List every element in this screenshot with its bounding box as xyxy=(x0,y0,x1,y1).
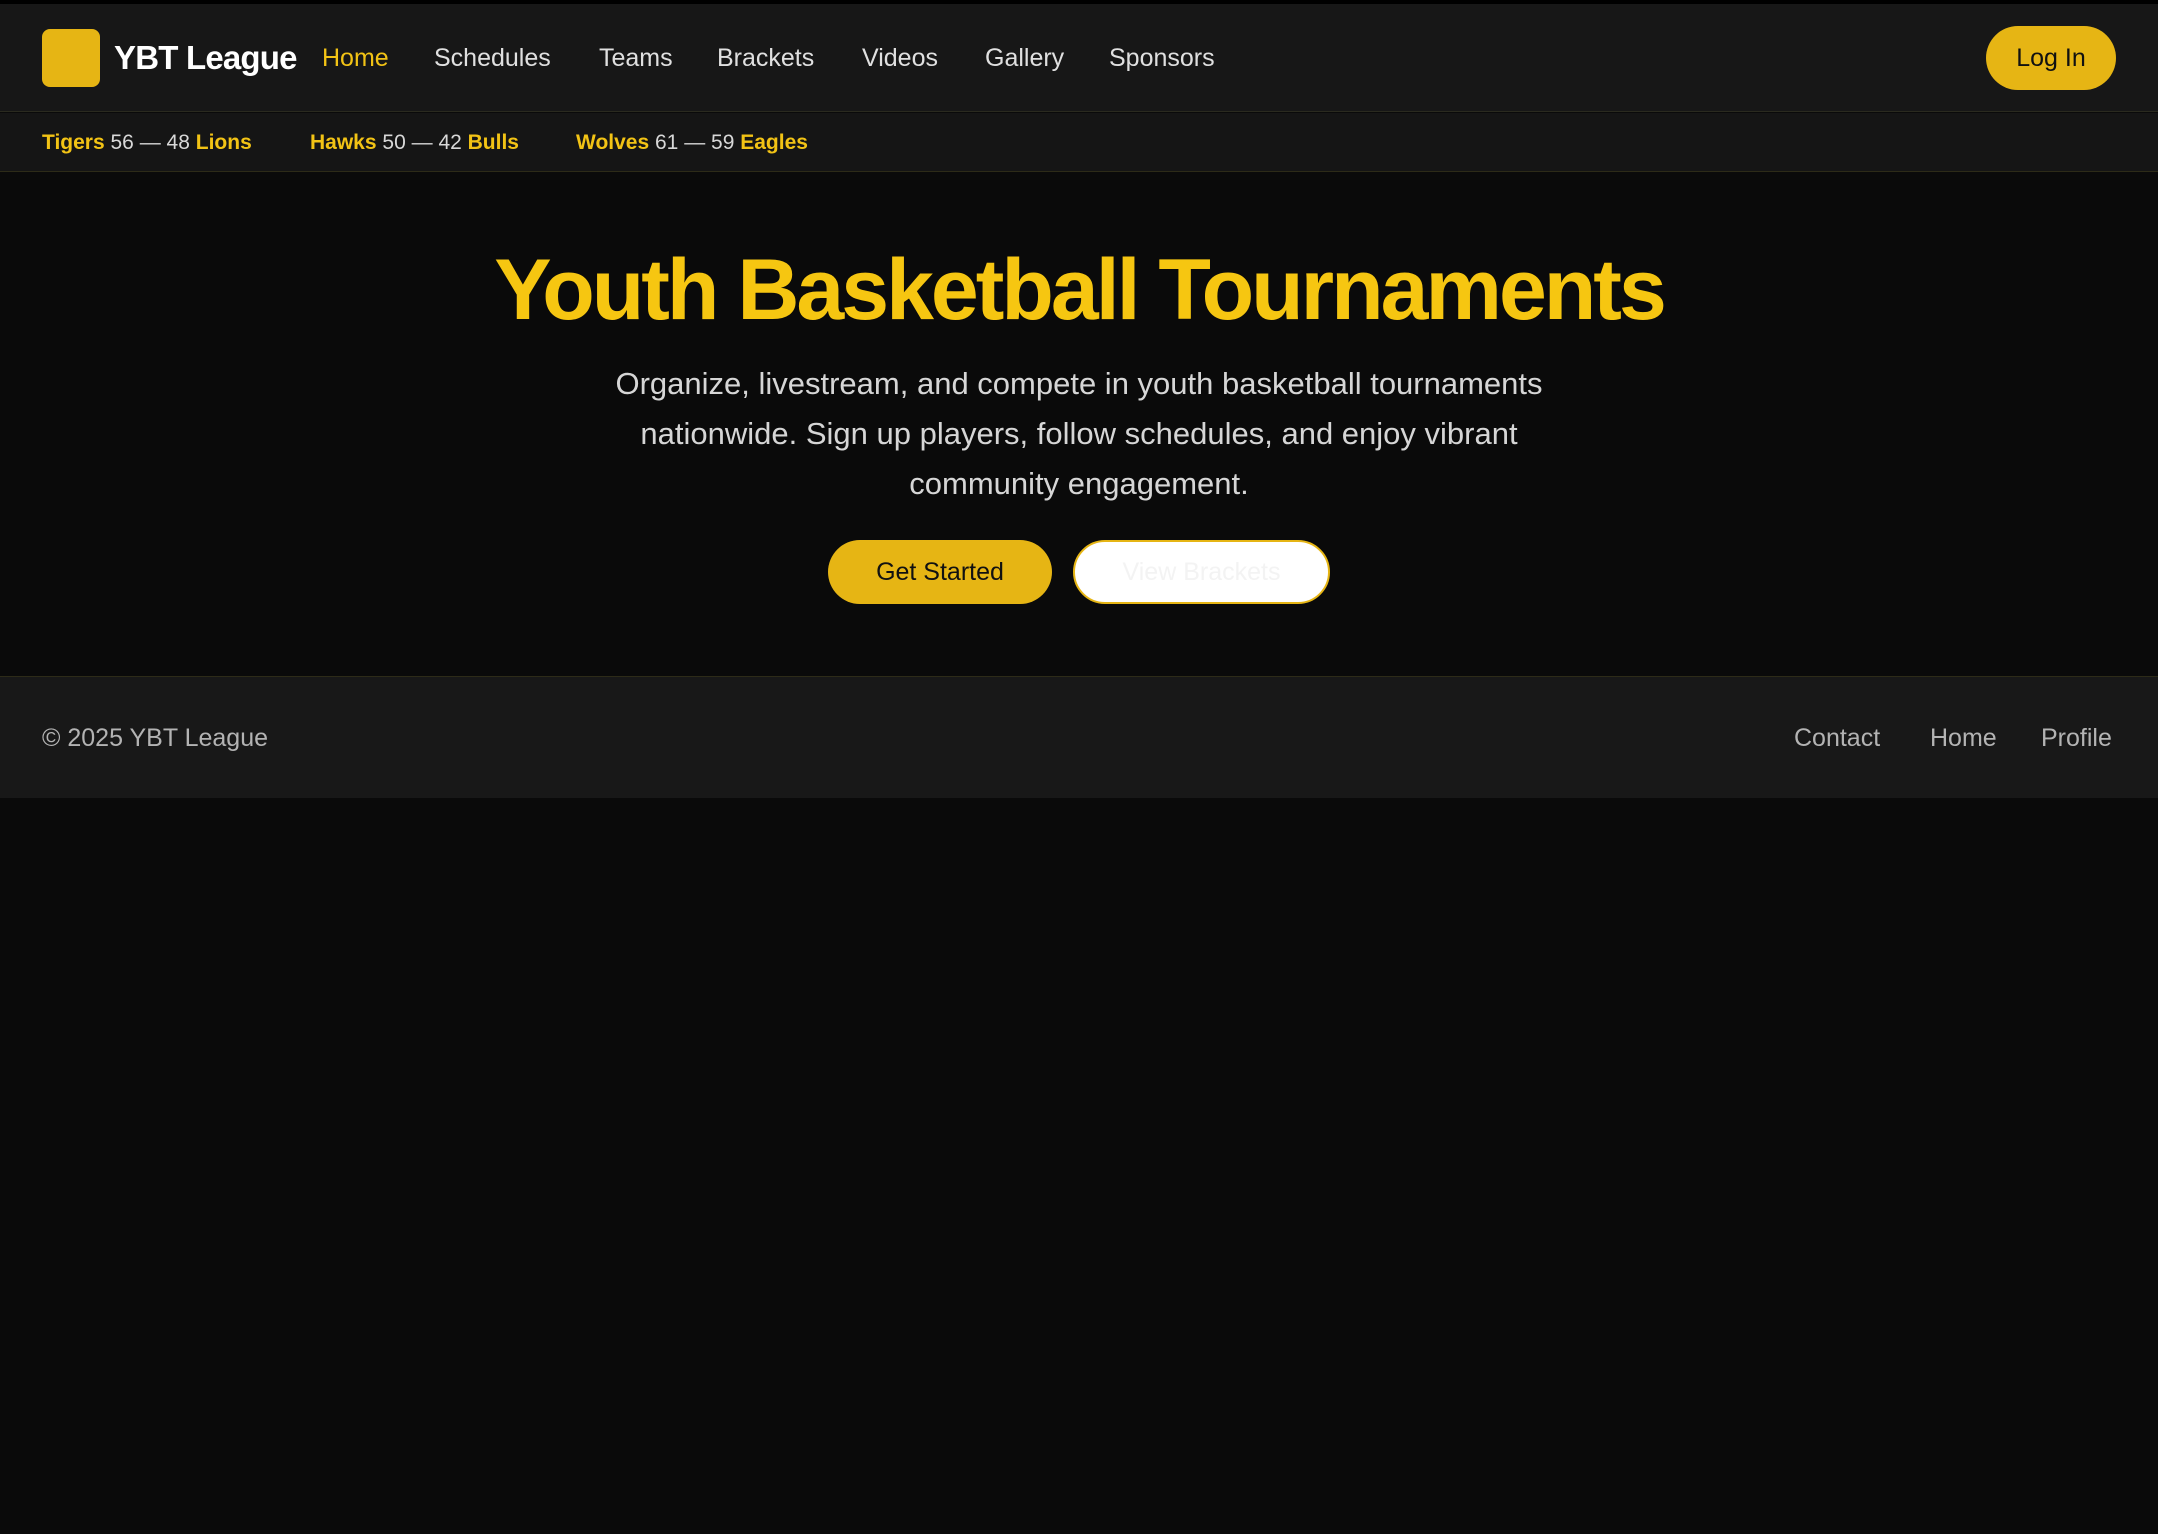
nav-item-videos[interactable]: Videos xyxy=(862,38,938,78)
nav-item-gallery[interactable]: Gallery xyxy=(985,38,1064,78)
home-score: 56 xyxy=(110,131,134,154)
hero-subtitle: Organize, livestream, and compete in you… xyxy=(615,366,1543,501)
footer-link-home[interactable]: Home xyxy=(1930,718,1997,758)
nav-item-teams[interactable]: Teams xyxy=(599,38,673,78)
away-score: 48 xyxy=(166,131,190,154)
away-team: Bulls xyxy=(467,131,519,154)
score-separator: — xyxy=(139,131,161,154)
view-brackets-button[interactable]: View Brackets xyxy=(1073,540,1330,604)
nav-item-home[interactable]: Home xyxy=(322,38,389,78)
score-separator: — xyxy=(411,131,433,154)
copyright-text: © 2025 YBT League xyxy=(42,724,269,752)
hero-title: Youth Basketball Tournaments xyxy=(494,242,1667,338)
score-item[interactable]: Tigers 56 — 48 Lions xyxy=(42,128,252,158)
brand-name[interactable]: YBT League xyxy=(114,36,298,80)
away-team: Eagles xyxy=(740,131,808,154)
score-separator: — xyxy=(684,131,706,154)
nav-item-schedules[interactable]: Schedules xyxy=(434,38,551,78)
login-button[interactable]: Log In xyxy=(1986,26,2116,90)
nav-item-brackets[interactable]: Brackets xyxy=(717,38,814,78)
home-team: Wolves xyxy=(576,131,650,154)
footer-link-contact[interactable]: Contact xyxy=(1794,718,1880,758)
score-item[interactable]: Wolves 61 — 59 Eagles xyxy=(576,128,808,158)
away-score: 59 xyxy=(711,131,735,154)
score-ticker: Tigers 56 — 48 Lions Hawks 50 — 42 Bulls… xyxy=(0,113,2158,172)
away-score: 42 xyxy=(438,131,462,154)
home-team: Tigers xyxy=(42,131,105,154)
site-header: YBT League Home Schedules Teams Brackets… xyxy=(0,4,2158,112)
score-item[interactable]: Hawks 50 — 42 Bulls xyxy=(310,128,519,158)
home-team: Hawks xyxy=(310,131,377,154)
away-team: Lions xyxy=(195,131,252,154)
site-footer: © 2025 YBT League Contact Home Profile xyxy=(0,676,2158,798)
logo-icon[interactable] xyxy=(42,29,100,87)
footer-link-profile[interactable]: Profile xyxy=(2041,718,2112,758)
home-score: 61 xyxy=(655,131,679,154)
home-score: 50 xyxy=(382,131,406,154)
nav-item-sponsors[interactable]: Sponsors xyxy=(1109,38,1215,78)
get-started-button[interactable]: Get Started xyxy=(828,540,1052,604)
